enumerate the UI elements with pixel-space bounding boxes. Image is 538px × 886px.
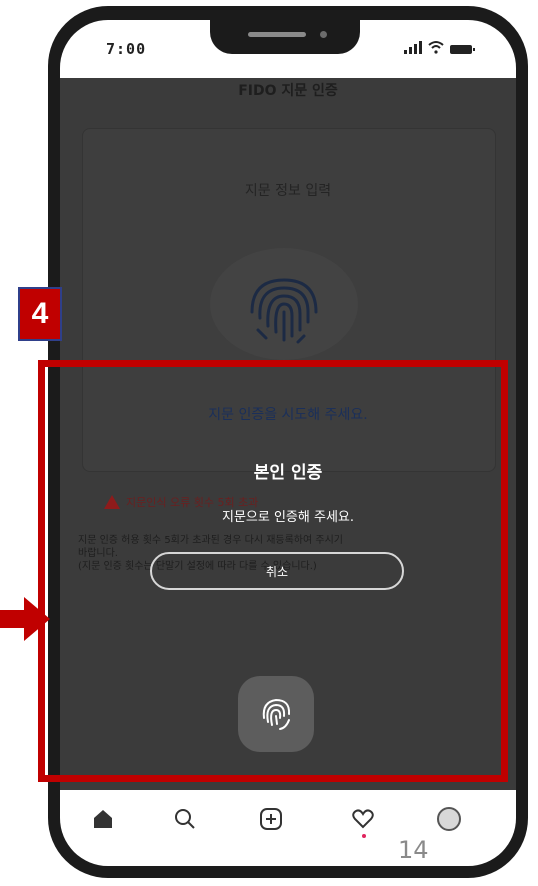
- home-icon: [94, 810, 112, 828]
- battery-icon: [450, 45, 475, 54]
- signal-icon: [404, 41, 422, 54]
- speaker-grille: [248, 32, 306, 37]
- status-icons: [404, 40, 475, 54]
- heart-icon: [352, 809, 374, 829]
- card-title: 지문 정보 입력: [244, 183, 332, 199]
- page-number: 14: [398, 836, 429, 864]
- search-icon: [175, 809, 195, 829]
- profile-icon: [437, 807, 461, 831]
- nav-home[interactable]: [88, 804, 118, 834]
- front-camera: [320, 31, 327, 38]
- notification-dot: [362, 834, 366, 838]
- nav-activity[interactable]: [348, 804, 378, 834]
- nav-search[interactable]: [170, 804, 200, 834]
- arrow-pointer-icon: [0, 597, 50, 641]
- page-title: FIDO 지문 인증: [238, 83, 338, 99]
- camera-notch: [210, 20, 360, 54]
- status-time: 7:00: [106, 40, 147, 58]
- add-icon: [260, 808, 282, 830]
- wifi-icon: [428, 41, 444, 54]
- step-highlight-box: [38, 360, 508, 782]
- nav-profile[interactable]: [434, 804, 464, 834]
- fingerprint-icon: [250, 278, 318, 344]
- step-number-badge: 4: [18, 287, 62, 341]
- nav-add[interactable]: [256, 804, 286, 834]
- bottom-nav: [60, 790, 516, 866]
